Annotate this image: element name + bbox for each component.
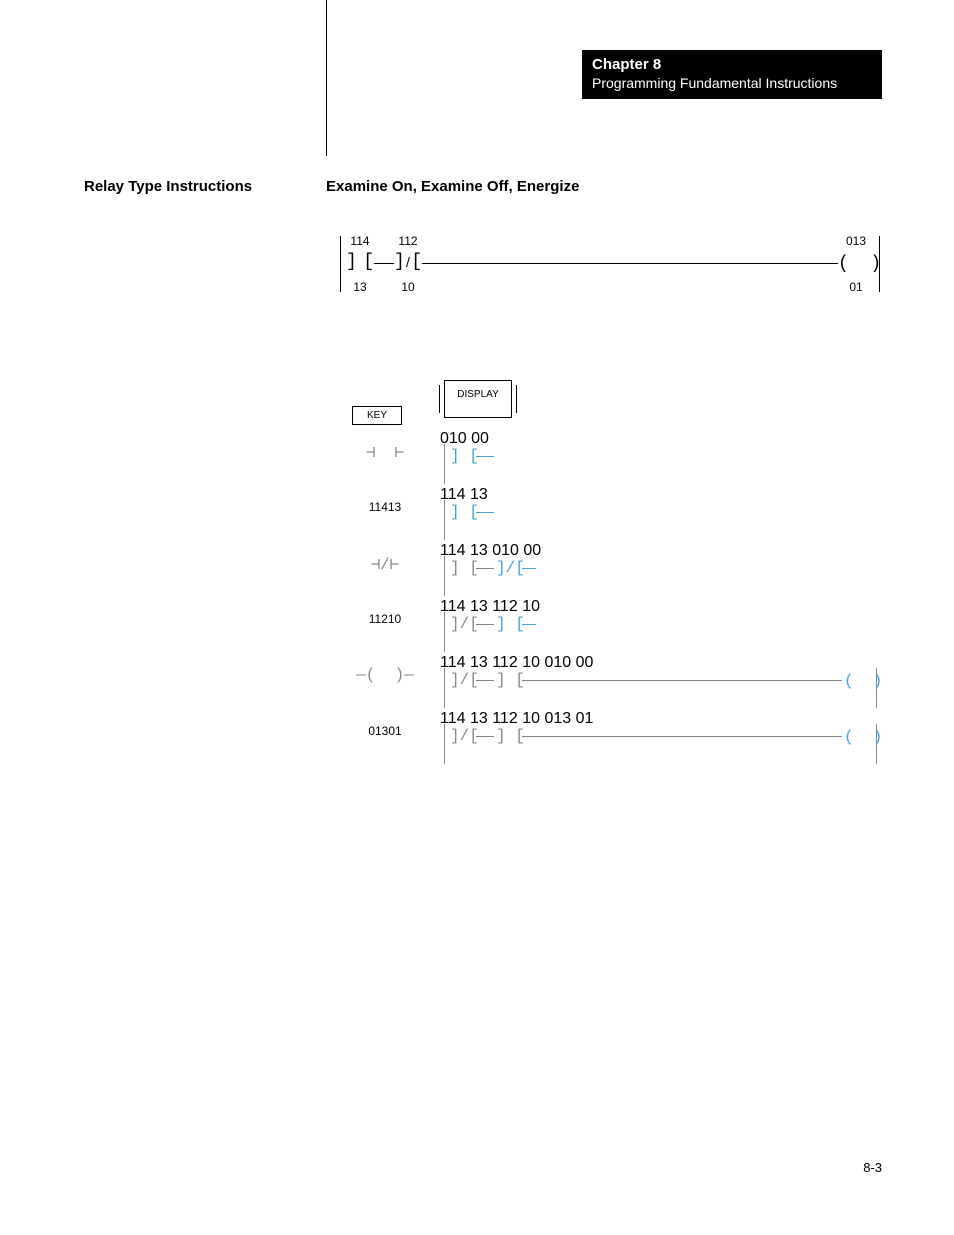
display-cell: 114 ]/[ 13 112 ] [ 10 010 ( ) 00	[440, 654, 880, 706]
mini-wire	[476, 456, 494, 457]
display-cell: 114 ]/[ 13 112 ] [ 10 013 ( ) 01	[440, 710, 880, 762]
display-header: DISPLAY	[444, 380, 512, 418]
left-power-rail	[340, 236, 341, 292]
addr-top: 112	[492, 710, 518, 727]
key-cell: 11413	[340, 486, 430, 538]
mini-rail	[444, 724, 445, 764]
display-cell: 114 ]/[ 13 112 ] [ 10	[440, 598, 880, 650]
display-cell: 010 ] [ 00	[440, 430, 880, 482]
key-text: 11413	[340, 500, 430, 514]
coil-icon: ( )	[838, 256, 874, 272]
coil-address-top: 013	[832, 234, 880, 248]
coil-top: 010	[544, 654, 571, 671]
table-row: —( )— 114 ]/[ 13 112 ] [ 10 010 ( ) 00	[340, 654, 880, 706]
xic-icon: ] [	[450, 506, 479, 518]
mini-wire	[476, 512, 494, 513]
xio-icon: ]/[	[496, 562, 525, 574]
addr-bot: 10	[522, 598, 540, 615]
key-header: KEY	[352, 406, 402, 425]
table-row: ⊣/⊢ 114 ] [ 13 010 ]/[ 00	[340, 542, 880, 594]
table-row: 01301 114 ]/[ 13 112 ] [ 10 013 ( ) 01	[340, 710, 880, 762]
mini-wire	[522, 680, 842, 681]
mini-wire	[522, 568, 536, 569]
mini-rail	[444, 556, 445, 596]
table-row: 11413 114 ] [ 13	[340, 486, 880, 538]
xic-icon: ] [	[496, 674, 525, 686]
xic-icon: ] [	[450, 450, 479, 462]
section-title: Relay Type Instructions	[84, 178, 252, 195]
mini-rail-right	[876, 724, 877, 764]
contact-address-bot: 13	[346, 280, 374, 294]
contact-xio-112-10: 112 ]/[ 10	[394, 244, 422, 284]
table-row: ⊣ ⊢ 010 ] [ 00	[340, 430, 880, 482]
mini-wire	[476, 568, 494, 569]
coil-bot: 00	[576, 654, 594, 671]
key-cell: 11210	[340, 598, 430, 650]
chapter-header: Chapter 8 Programming Fundamental Instru…	[582, 50, 882, 99]
ladder-rung-main: 114 ][ 13 112 ]/[ 10 013 ( ) 01	[340, 236, 880, 292]
page-number: 8-3	[863, 1160, 882, 1175]
coil-address-bot: 01	[832, 280, 880, 294]
key-cell: 01301	[340, 710, 430, 762]
subsection-title: Examine On, Examine Off, Energize	[326, 178, 579, 195]
xic-icon: ][	[346, 256, 374, 272]
key-cell: —( )—	[340, 654, 430, 706]
top-vertical-rule	[326, 0, 327, 156]
xio-key-icon: ⊣/⊢	[340, 554, 430, 574]
wire	[374, 263, 394, 264]
xic-key-icon: ⊣ ⊢	[340, 442, 430, 462]
mini-wire	[476, 680, 494, 681]
xio-icon: ]/[	[450, 674, 479, 686]
contact-address-top: 112	[394, 234, 422, 248]
key-cell: ⊣ ⊢	[340, 430, 430, 482]
table-row: 11210 114 ]/[ 13 112 ] [ 10	[340, 598, 880, 650]
chapter-subtitle: Programming Fundamental Instructions	[592, 75, 872, 91]
mini-rail	[444, 668, 445, 708]
addr-bot: 00	[523, 542, 541, 559]
display-cell: 114 ] [ 13	[440, 486, 880, 538]
mini-wire	[476, 736, 494, 737]
xio-icon: ]/[	[394, 256, 422, 272]
coil-key-icon: —( )—	[340, 666, 430, 684]
mini-wire	[522, 624, 536, 625]
key-text: 01301	[340, 724, 430, 738]
xio-icon: ]/[	[450, 618, 479, 630]
xio-icon: ]/[	[450, 730, 479, 742]
addr-top: 112	[492, 654, 518, 671]
coil-bot: 01	[576, 710, 594, 727]
addr-top: 010	[492, 542, 519, 559]
xic-icon: ] [	[496, 730, 525, 742]
key-cell: ⊣/⊢	[340, 542, 430, 594]
addr-top: 112	[492, 598, 518, 615]
coil-top: 013	[544, 710, 571, 727]
mini-rail	[444, 500, 445, 540]
mini-rail-right	[876, 668, 877, 708]
mini-wire	[476, 624, 494, 625]
coil-013-01: 013 ( ) 01	[838, 244, 874, 284]
wire	[422, 263, 838, 264]
xic-icon: ] [	[496, 618, 525, 630]
addr-bot: 13	[470, 542, 488, 559]
chapter-title: Chapter 8	[592, 56, 872, 73]
addr-bot: 13	[470, 654, 488, 671]
addr-bot: 00	[471, 430, 489, 447]
contact-address-top: 114	[346, 234, 374, 248]
addr-bot: 13	[470, 710, 488, 727]
addr-bot: 13	[470, 598, 488, 615]
mini-rail	[444, 444, 445, 484]
display-cell: 114 ] [ 13 010 ]/[ 00	[440, 542, 880, 594]
mini-rail	[444, 612, 445, 652]
xic-icon: ] [	[450, 562, 479, 574]
addr-bot: 13	[470, 486, 488, 503]
contact-xic-114-13: 114 ][ 13	[346, 244, 374, 284]
key-text: 11210	[340, 612, 430, 626]
addr-bot: 10	[522, 710, 540, 727]
contact-address-bot: 10	[394, 280, 422, 294]
addr-bot: 10	[522, 654, 540, 671]
mini-wire	[522, 736, 842, 737]
